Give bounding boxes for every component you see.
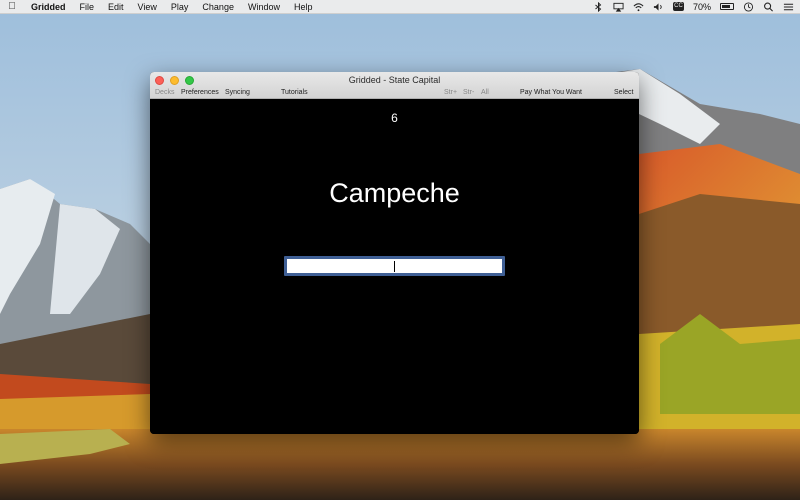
decks-button[interactable]: Decks [155,87,174,98]
question-counter: 6 [391,111,398,125]
window-title: Gridded - State Capital [348,75,441,85]
airplay-icon[interactable] [613,2,624,12]
wifi-icon[interactable] [633,2,644,12]
tutorials-button[interactable]: Tutorials [281,87,308,98]
apple-menu-icon[interactable]:  [0,1,24,12]
battery-percent[interactable]: 70% [693,2,711,12]
menu-view[interactable]: View [131,0,164,14]
syncing-button[interactable]: Syncing [225,87,250,98]
battery-icon[interactable] [720,3,734,10]
window-toolbar: Decks Preferences Syncing Tutorials Str+… [150,87,639,98]
menu-file[interactable]: File [73,0,102,14]
menu-play[interactable]: Play [164,0,196,14]
volume-icon[interactable] [653,2,664,12]
cc-icon[interactable]: CC [672,2,684,11]
menu-change[interactable]: Change [195,0,241,14]
window-titlebar[interactable]: Gridded - State Capital Decks Preference… [150,72,639,99]
preferences-button[interactable]: Preferences [181,87,219,98]
all-button[interactable]: All [481,87,489,98]
select-button[interactable]: Select [614,87,633,98]
quiz-area: 6 Campeche [150,99,639,434]
bluetooth-icon[interactable] [593,1,604,12]
menu-help[interactable]: Help [287,0,320,14]
question-prompt: Campeche [329,178,460,208]
pay-what-you-want-button[interactable]: Pay What You Want [520,87,582,98]
text-caret [394,261,395,272]
menu-app-name[interactable]: Gridded [24,0,73,14]
str-minus-button[interactable]: Str- [463,87,474,98]
spotlight-search-icon[interactable] [763,2,774,12]
app-window: Gridded - State Capital Decks Preference… [150,72,639,434]
menu-edit[interactable]: Edit [101,0,131,14]
clock-icon[interactable] [743,1,754,12]
menu-window[interactable]: Window [241,0,287,14]
str-plus-button[interactable]: Str+ [444,87,457,98]
menu-bar:  Gridded File Edit View Play Change Win… [0,0,800,14]
notification-center-icon[interactable] [783,2,794,12]
